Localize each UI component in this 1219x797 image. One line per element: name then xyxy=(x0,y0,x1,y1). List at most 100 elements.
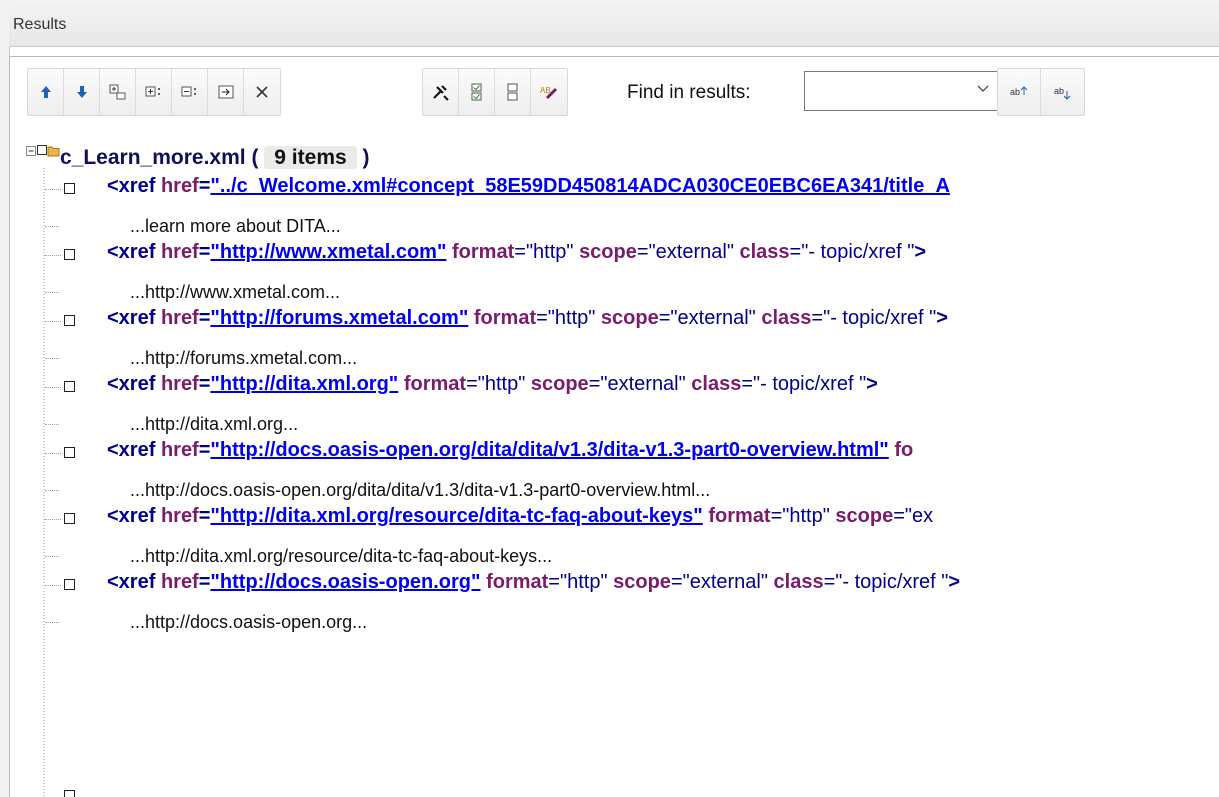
attribute-name: fo xyxy=(894,439,914,461)
root-open-paren: ( xyxy=(251,146,259,169)
result-item[interactable]: <xref href="http://docs.oasis-open.org/d… xyxy=(107,439,913,462)
attribute-value: "- topic/xref " xyxy=(801,241,915,263)
result-context[interactable]: ...http://www.xmetal.com... xyxy=(130,282,340,303)
attribute-name: scope xyxy=(530,373,589,395)
href-attribute-name: href xyxy=(160,505,199,527)
root-close-paren: ) xyxy=(362,146,370,169)
result-checkbox[interactable] xyxy=(64,790,75,797)
result-checkbox[interactable] xyxy=(64,579,75,590)
result-context[interactable]: ...http://docs.oasis-open.org... xyxy=(130,612,367,633)
result-item[interactable]: <xref href="../c_Welcome.xml#concept_58E… xyxy=(107,175,950,198)
equals-sign: = xyxy=(670,571,683,593)
xref-tag-end: > xyxy=(914,241,927,263)
attribute-value: "external" xyxy=(682,571,768,593)
tree-connector xyxy=(45,622,59,623)
result-context[interactable]: ...http://docs.oasis-open.org/dita/dita/… xyxy=(130,480,710,501)
result-item[interactable]: <xref href="http://dita.xml.org" format=… xyxy=(107,373,878,396)
equals-sign: = xyxy=(198,505,211,527)
result-context[interactable]: ...http://forums.xmetal.com... xyxy=(130,348,357,369)
equals-sign: = xyxy=(811,307,824,329)
href-link[interactable]: "http://forums.xmetal.com" xyxy=(210,307,468,329)
attribute-name: class xyxy=(691,373,742,395)
attribute-value: "http" xyxy=(782,505,830,527)
equals-sign: = xyxy=(770,505,783,527)
equals-sign: = xyxy=(636,241,649,263)
attribute-name: class xyxy=(761,307,812,329)
tree-connector xyxy=(45,255,61,256)
href-attribute-name: href xyxy=(160,439,199,461)
equals-sign: = xyxy=(198,373,211,395)
attribute-value: "ex xyxy=(904,505,934,527)
result-item[interactable]: <xref href="http://www.xmetal.com" forma… xyxy=(107,241,926,264)
result-checkbox[interactable] xyxy=(64,381,75,392)
result-checkbox[interactable] xyxy=(64,183,75,194)
href-attribute-name: href xyxy=(160,175,199,197)
href-link[interactable]: "http://docs.oasis-open.org" xyxy=(210,571,480,593)
href-link[interactable]: "../c_Welcome.xml#concept_58E59DD450814A… xyxy=(210,175,949,197)
equals-sign: = xyxy=(536,307,548,329)
href-attribute-name: href xyxy=(160,373,199,395)
result-checkbox[interactable] xyxy=(64,249,75,260)
result-item[interactable]: <xref href="http://docs.oasis-open.org" … xyxy=(107,571,960,594)
result-checkbox[interactable] xyxy=(64,447,75,458)
equals-sign: = xyxy=(198,571,211,593)
equals-sign: = xyxy=(658,307,671,329)
attribute-name: scope xyxy=(600,307,659,329)
tree-lines xyxy=(43,168,45,797)
result-context[interactable]: ...learn more about DITA... xyxy=(130,216,341,237)
href-link[interactable]: "http://www.xmetal.com" xyxy=(210,241,446,263)
attribute-value: "external" xyxy=(670,307,756,329)
tree-connector xyxy=(45,556,59,557)
attribute-name: format xyxy=(473,307,537,329)
attribute-name: format xyxy=(708,505,771,527)
attribute-name: format xyxy=(486,571,549,593)
tree-connector xyxy=(45,358,59,359)
xref-tag-end: > xyxy=(866,373,878,395)
equals-sign: = xyxy=(514,241,526,263)
attribute-name: scope xyxy=(579,241,637,263)
equals-sign: = xyxy=(198,307,211,329)
result-context[interactable]: ...http://dita.xml.org... xyxy=(130,414,298,435)
attribute-name: class xyxy=(739,241,790,263)
href-link[interactable]: "http://docs.oasis-open.org/dita/dita/v1… xyxy=(210,439,888,461)
result-item[interactable]: <xref href="http://forums.xmetal.com" fo… xyxy=(107,307,948,330)
equals-sign: = xyxy=(588,373,601,395)
xref-tag: <xref xyxy=(107,439,161,461)
attribute-name: scope xyxy=(835,505,894,527)
tree-connector xyxy=(45,189,61,190)
href-attribute-name: href xyxy=(160,571,199,593)
result-context[interactable]: ...http://dita.xml.org/resource/dita-tc-… xyxy=(130,546,552,567)
root-file-name: c_Learn_more.xml xyxy=(60,146,246,169)
attribute-name: format xyxy=(452,241,515,263)
tree-connector xyxy=(45,490,59,491)
result-item[interactable]: <xref href="http://dita.xml.org/resource… xyxy=(107,505,933,528)
equals-sign: = xyxy=(548,571,560,593)
tree-connector xyxy=(45,387,61,388)
attribute-name: class xyxy=(773,571,824,593)
tree-connector xyxy=(45,519,61,520)
tree-connector xyxy=(45,424,59,425)
attribute-value: "http" xyxy=(477,373,526,395)
attribute-value: "http" xyxy=(547,307,596,329)
root-file-node[interactable]: c_Learn_more.xml ( 9 items ) xyxy=(60,146,370,170)
attribute-value: "external" xyxy=(600,373,686,395)
xref-tag-end: > xyxy=(948,571,961,593)
root-node-icons xyxy=(26,145,60,157)
equals-sign: = xyxy=(789,241,802,263)
result-checkbox[interactable] xyxy=(64,513,75,524)
attribute-value: "external" xyxy=(648,241,734,263)
href-attribute-name: href xyxy=(160,307,199,329)
equals-sign: = xyxy=(466,373,478,395)
tree-connector xyxy=(45,292,59,293)
xref-tag: <xref xyxy=(107,373,161,395)
root-item-count: 9 items xyxy=(264,146,357,169)
attribute-value: "- topic/xref " xyxy=(835,571,949,593)
equals-sign: = xyxy=(198,439,211,461)
attribute-value: "http" xyxy=(559,571,608,593)
href-link[interactable]: "http://dita.xml.org" xyxy=(210,373,398,395)
xref-tag: <xref xyxy=(107,307,161,329)
href-link[interactable]: "http://dita.xml.org/resource/dita-tc-fa… xyxy=(210,505,702,527)
attribute-name: format xyxy=(403,373,467,395)
tree-connector xyxy=(45,585,61,586)
result-checkbox[interactable] xyxy=(64,315,75,326)
